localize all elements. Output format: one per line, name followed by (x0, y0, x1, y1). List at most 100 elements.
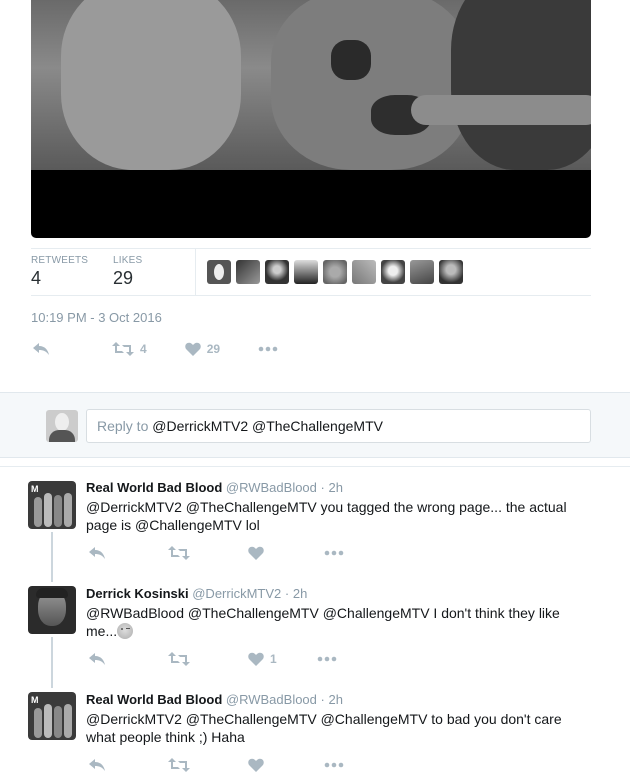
avatar[interactable] (28, 586, 76, 634)
tweet-stats: RETWEETS 4 LIKES 29 (31, 248, 591, 296)
thread-connector (51, 532, 53, 582)
reply-icon (89, 547, 105, 559)
avatar[interactable] (381, 260, 405, 284)
figure (34, 497, 42, 527)
reply-button[interactable] (88, 545, 106, 561)
thread-connector (51, 637, 53, 688)
avatar[interactable]: M (28, 692, 76, 740)
avatar[interactable]: M (28, 481, 76, 529)
reply-prefix: Reply to (97, 418, 153, 434)
retweet-button[interactable] (168, 652, 190, 666)
display-name[interactable]: Real World Bad Blood (86, 480, 222, 495)
retweets-label: RETWEETS (31, 255, 89, 266)
retweets-stat[interactable]: RETWEETS 4 (31, 255, 88, 289)
figure (54, 495, 62, 527)
like-button[interactable] (248, 758, 270, 772)
retweet-icon (168, 652, 190, 666)
more-icon (324, 550, 344, 556)
avatar[interactable] (265, 260, 289, 284)
avatar[interactable] (352, 260, 376, 284)
retweet-count: 4 (140, 342, 147, 356)
display-name[interactable]: Real World Bad Blood (86, 692, 222, 707)
reply-icon (33, 343, 49, 355)
retweet-button[interactable]: 4 (112, 342, 147, 356)
avatar[interactable] (207, 260, 231, 284)
stats-divider (195, 249, 196, 296)
tweet-timestamp[interactable]: 10:19 PM - 3 Oct 2016 (31, 310, 162, 325)
heart-icon (248, 652, 264, 666)
handle[interactable]: @RWBadBlood (226, 480, 317, 495)
more-button[interactable] (258, 346, 278, 352)
reply-actions: 1 (88, 651, 337, 667)
likers-avatars (207, 260, 463, 284)
heart-icon (248, 758, 264, 772)
avatar[interactable] (236, 260, 260, 284)
more-button[interactable] (317, 656, 337, 662)
figure (44, 704, 52, 738)
like-button[interactable]: 29 (184, 342, 220, 356)
reply-time[interactable]: 2h (328, 692, 342, 707)
display-name[interactable]: Derrick Kosinski (86, 586, 189, 601)
reply-time[interactable]: 2h (293, 586, 307, 601)
reply-text: @DerrickMTV2 @TheChallengeMTV @Challenge… (86, 711, 562, 745)
handle[interactable]: @DerrickMTV2 (192, 586, 281, 601)
reply-header: Real World Bad Blood @RWBadBlood · 2h (86, 692, 343, 707)
reply-mentions: @DerrickMTV2 @TheChallengeMTV (152, 418, 383, 434)
more-button[interactable] (324, 762, 344, 768)
reply-button[interactable] (32, 341, 50, 357)
figure (64, 493, 72, 527)
reply-time[interactable]: 2h (328, 480, 342, 495)
like-button[interactable] (248, 546, 270, 560)
mtv-logo: M (31, 695, 39, 705)
hair (36, 588, 68, 598)
figure-center (271, 0, 471, 170)
separator-dot: · (320, 480, 325, 495)
reply-composer: Reply to @DerrickMTV2 @TheChallengeMTV (0, 392, 630, 458)
reply-header: Derrick Kosinski @DerrickMTV2 · 2h (86, 586, 307, 601)
divider (0, 466, 630, 467)
separator-dot: · (284, 586, 290, 601)
reply-input[interactable]: Reply to @DerrickMTV2 @TheChallengeMTV (86, 409, 591, 443)
arm (411, 95, 591, 125)
reply-actions (88, 545, 344, 561)
avatar[interactable] (439, 260, 463, 284)
figure (34, 708, 42, 738)
reply-header: Real World Bad Blood @RWBadBlood · 2h (86, 480, 343, 495)
avatar[interactable] (323, 260, 347, 284)
more-button[interactable] (324, 550, 344, 556)
reply-button[interactable] (88, 757, 106, 773)
retweet-icon (168, 546, 190, 560)
retweet-button[interactable] (168, 758, 190, 772)
tweet-media-video[interactable] (31, 0, 591, 238)
retweet-button[interactable] (168, 546, 190, 560)
separator-dot: · (320, 692, 325, 707)
figure-right (451, 0, 591, 170)
reply-icon (89, 653, 105, 665)
more-icon (258, 346, 278, 352)
reply-button[interactable] (88, 651, 106, 667)
reply-text-body: @RWBadBlood @TheChallengeMTV @ChallengeM… (86, 605, 560, 639)
reply-actions (88, 757, 344, 773)
avatar[interactable] (294, 260, 318, 284)
retweet-icon (168, 758, 190, 772)
handle[interactable]: @RWBadBlood (226, 692, 317, 707)
figure (44, 493, 52, 527)
reply-icon (89, 759, 105, 771)
reply-text: @DerrickMTV2 @TheChallengeMTV you tagged… (86, 499, 567, 533)
tweet-actions: 4 29 (32, 341, 278, 357)
like-button[interactable]: 1 (248, 652, 277, 666)
retweets-value: 4 (31, 268, 42, 288)
heart-icon (248, 546, 264, 560)
more-icon (317, 656, 336, 662)
retweet-icon (112, 342, 134, 356)
likes-value: 29 (113, 268, 134, 288)
likes-label: LIKES (113, 255, 143, 266)
figure-left (61, 0, 241, 170)
more-icon (324, 762, 344, 768)
avatar (46, 410, 78, 442)
avatar[interactable] (410, 260, 434, 284)
glove-1 (331, 40, 371, 80)
mtv-logo: M (31, 484, 39, 494)
likes-stat[interactable]: LIKES 29 (113, 255, 142, 289)
like-count: 1 (270, 652, 277, 666)
